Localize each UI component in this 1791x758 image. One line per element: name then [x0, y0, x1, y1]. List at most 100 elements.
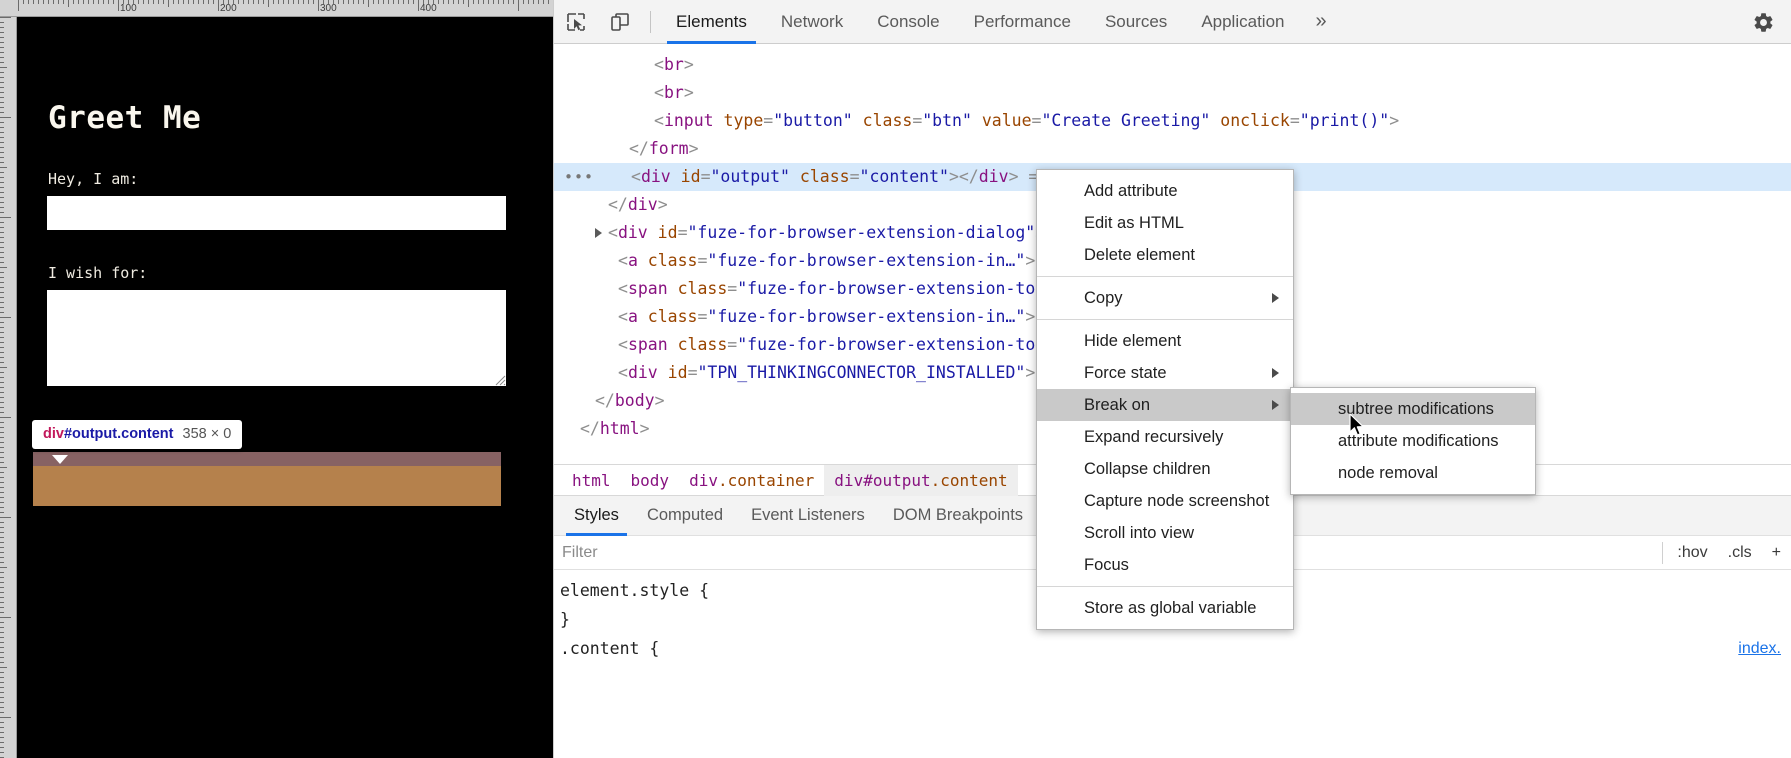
- context-menu-item-label: Scroll into view: [1084, 524, 1194, 543]
- break-on-submenu[interactable]: subtree modifications attribute modificat…: [1290, 387, 1536, 495]
- ruler-tick: [0, 152, 4, 153]
- ruler-tick: [0, 312, 4, 313]
- tab-computed[interactable]: Computed: [633, 496, 737, 536]
- device-toolbar-icon[interactable]: [598, 0, 642, 44]
- expand-ellipsis-icon[interactable]: •••: [564, 171, 594, 183]
- expand-triangle-icon[interactable]: [595, 228, 602, 238]
- vertical-ruler: [0, 17, 17, 758]
- ruler-tick: [0, 42, 4, 43]
- submenu-item-label: subtree modifications: [1338, 400, 1494, 419]
- dom-context-menu[interactable]: Add attributeEdit as HTMLDelete element C…: [1036, 169, 1294, 630]
- context-menu-item-focus[interactable]: Focus: [1037, 549, 1293, 581]
- dom-token-punct: <: [608, 223, 618, 242]
- context-menu-item-expand-recursively[interactable]: Expand recursively: [1037, 421, 1293, 453]
- ruler-tick: [0, 717, 11, 718]
- tab-console[interactable]: Console: [860, 0, 956, 44]
- context-menu-item-copy[interactable]: Copy: [1037, 282, 1293, 314]
- tab-performance[interactable]: Performance: [957, 0, 1088, 44]
- dom-row[interactable]: <br>: [554, 79, 1791, 107]
- ruler-tick: [0, 537, 4, 538]
- cls-toggle-button[interactable]: .cls: [1718, 544, 1762, 562]
- ruler-tick: [0, 547, 4, 548]
- breadcrumb-item-div[interactable]: div.container: [679, 465, 824, 496]
- inspect-cursor-icon[interactable]: [554, 0, 598, 44]
- dom-token-attr: class: [668, 335, 728, 354]
- ruler-tick: [0, 247, 4, 248]
- context-menu-item-store-as-global-variable[interactable]: Store as global variable: [1037, 592, 1293, 624]
- breadcrumb-item-html[interactable]: html: [562, 465, 621, 496]
- breadcrumb-item-body[interactable]: body: [621, 465, 680, 496]
- submenu-item-attribute-modifications[interactable]: attribute modifications: [1291, 425, 1535, 457]
- ruler-tick: [138, 0, 139, 4]
- tab-application[interactable]: Application: [1184, 0, 1301, 44]
- dom-token-punct: >: [640, 419, 650, 438]
- name-input[interactable]: [47, 196, 506, 230]
- style-source-link[interactable]: index.: [1738, 634, 1781, 663]
- dom-token-attr: class: [638, 251, 698, 270]
- ruler-tick: [0, 552, 4, 553]
- dom-row-text: <div id="TPN_THINKINGCONNECTOR_INSTALLED…: [618, 359, 1035, 387]
- wish-textarea[interactable]: [47, 290, 506, 386]
- gear-icon[interactable]: [1741, 0, 1785, 44]
- new-style-rule-button[interactable]: +: [1762, 544, 1791, 562]
- dom-token-punct: >: [1009, 167, 1019, 186]
- ruler-tick: [468, 0, 469, 7]
- tab-styles[interactable]: Styles: [560, 496, 633, 536]
- submenu-item-subtree-modifications[interactable]: subtree modifications: [1291, 393, 1535, 425]
- ruler-tick: [33, 0, 34, 4]
- ruler-tick: [0, 207, 4, 208]
- inspected-element-margin-overlay: [33, 452, 501, 466]
- dom-row[interactable]: </form>: [554, 135, 1791, 163]
- style-rule-content[interactable]: .content { index.: [560, 634, 1791, 663]
- chevron-right-icon: [1272, 368, 1279, 378]
- ruler-tick: [0, 172, 4, 173]
- ruler-tick: [0, 137, 4, 138]
- ruler-tick: [0, 97, 4, 98]
- ruler-label: 200: [220, 3, 237, 14]
- tab-elements[interactable]: Elements: [659, 0, 764, 44]
- submenu-item-node-removal[interactable]: node removal: [1291, 457, 1535, 489]
- dom-row[interactable]: <input type="button" class="btn" value="…: [554, 107, 1791, 135]
- dom-token-val: "Create Greeting": [1041, 111, 1210, 130]
- tab-event-listeners[interactable]: Event Listeners: [737, 496, 879, 536]
- hov-toggle-button[interactable]: :hov: [1667, 544, 1717, 562]
- ruler-tick: [0, 322, 4, 323]
- context-menu-item-break-on[interactable]: Break on: [1037, 389, 1293, 421]
- ruler-tick: [0, 422, 4, 423]
- ruler-tick: [198, 0, 199, 4]
- ruler-tick: [448, 0, 449, 4]
- ruler-tick: [253, 0, 254, 4]
- badge-dimensions: 358 × 0: [183, 426, 232, 442]
- badge-tag-name: div: [43, 426, 64, 442]
- dom-row-text: <br>: [654, 51, 694, 79]
- tab-dom-breakpoints[interactable]: DOM Breakpoints: [879, 496, 1037, 536]
- dom-row-text: </html>: [580, 415, 650, 443]
- ruler-tick: [518, 0, 519, 11]
- context-menu-item-force-state[interactable]: Force state: [1037, 357, 1293, 389]
- ruler-tick: [528, 0, 529, 4]
- dom-row[interactable]: <br>: [554, 51, 1791, 79]
- ruler-tick: [0, 607, 4, 608]
- ruler-tick: [0, 187, 4, 188]
- breadcrumb-item-div-output[interactable]: div#output.content: [824, 465, 1017, 496]
- context-menu-item-collapse-children[interactable]: Collapse children: [1037, 453, 1293, 485]
- tab-sources[interactable]: Sources: [1088, 0, 1184, 44]
- ruler-tick: [98, 0, 99, 4]
- tab-network[interactable]: Network: [764, 0, 860, 44]
- ruler-tick: [0, 652, 4, 653]
- context-menu-item-delete-element[interactable]: Delete element: [1037, 239, 1293, 271]
- context-menu-item-edit-as-html[interactable]: Edit as HTML: [1037, 207, 1293, 239]
- context-menu-item-add-attribute[interactable]: Add attribute: [1037, 175, 1293, 207]
- ruler-tick: [0, 702, 4, 703]
- ruler-tick: [248, 0, 249, 4]
- context-menu-item-scroll-into-view[interactable]: Scroll into view: [1037, 517, 1293, 549]
- ruler-tick: [153, 0, 154, 4]
- ruler-tick: [0, 47, 4, 48]
- more-tabs-button[interactable]: »: [1301, 0, 1340, 44]
- context-menu-item-label: Force state: [1084, 364, 1167, 383]
- ruler-tick: [0, 217, 11, 218]
- tab-performance-label: Performance: [974, 12, 1071, 32]
- context-menu-item-capture-node-screenshot[interactable]: Capture node screenshot: [1037, 485, 1293, 517]
- context-menu-item-hide-element[interactable]: Hide element: [1037, 325, 1293, 357]
- dom-token-eq: =: [1032, 111, 1042, 130]
